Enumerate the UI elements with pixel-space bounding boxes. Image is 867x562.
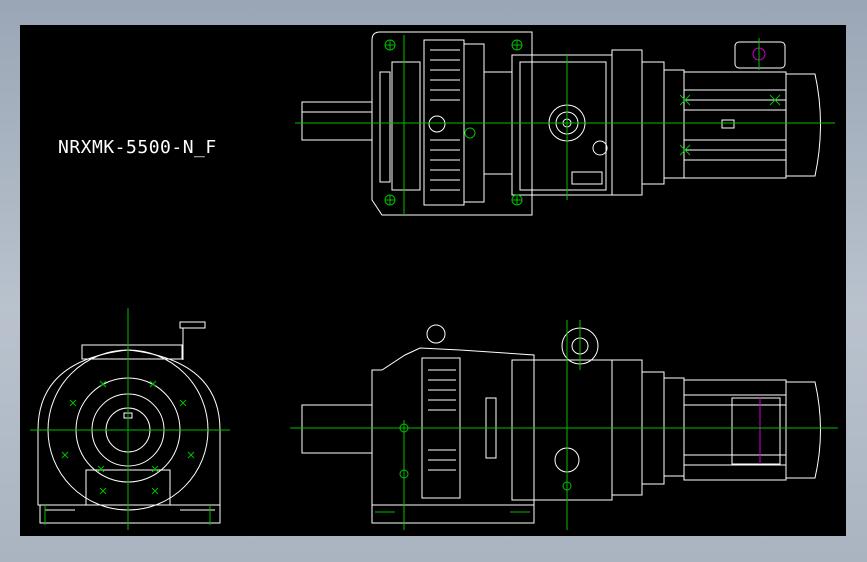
end-base <box>39 504 221 524</box>
front-base <box>371 504 535 524</box>
terminal-box <box>734 41 786 69</box>
motor-fan-cover <box>785 73 821 177</box>
front-motor-fan-cover <box>785 381 821 479</box>
motor-body <box>683 71 787 179</box>
front-housing <box>371 347 535 506</box>
cad-drawing <box>30 31 838 530</box>
front-output-shaft <box>301 404 373 454</box>
end-view-centerlines <box>30 308 230 530</box>
end-view <box>37 321 221 524</box>
worm-gearbox <box>511 54 613 196</box>
output-shaft <box>301 101 373 141</box>
front-view <box>301 324 821 524</box>
front-gearbox <box>511 359 613 501</box>
lifting-eye <box>426 324 446 344</box>
